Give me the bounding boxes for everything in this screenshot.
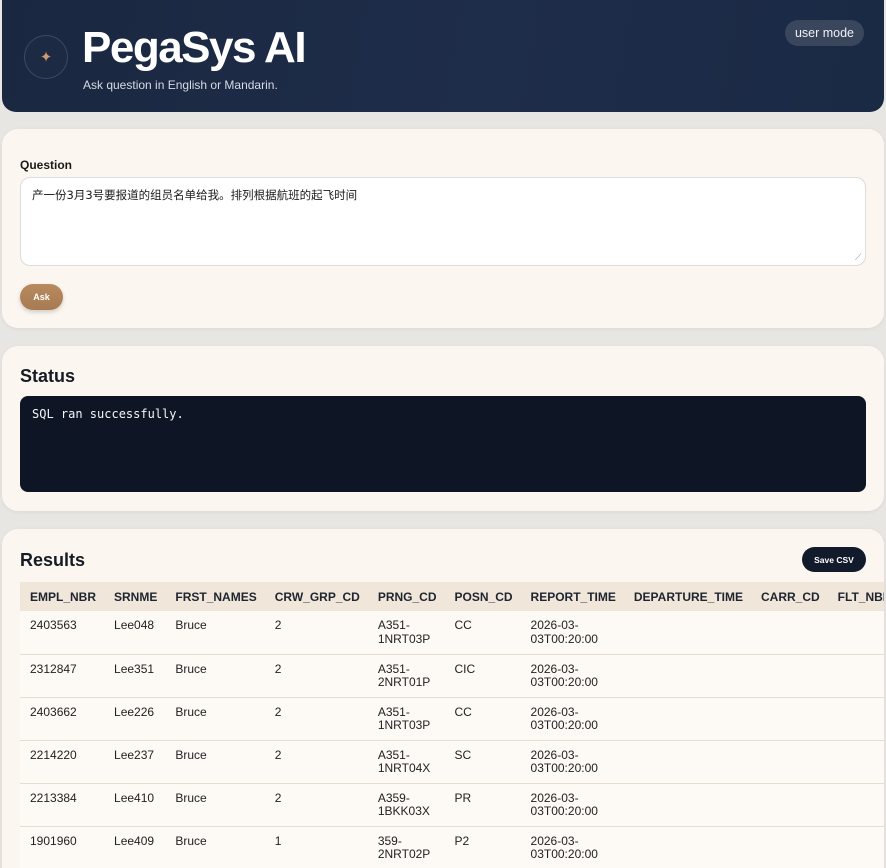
column-header-report-time[interactable]: REPORT_TIME — [520, 582, 624, 611]
table-cell — [623, 826, 751, 868]
column-header-departure-time[interactable]: DEPARTURE_TIME — [623, 582, 751, 611]
table-row: 1901960 Lee409 Bruce 1 359- 2NRT02P P2 2026-03-… — [20, 826, 884, 868]
table-cell: A351- 1NRT03P — [367, 697, 445, 741]
table-cell: 1901960 — [20, 826, 105, 868]
table-cell: 2 — [264, 654, 368, 698]
table-cell — [751, 611, 828, 655]
results-title: Results — [20, 550, 86, 570]
results-table-container[interactable]: EMPL_NBR SRNME FRST_NAMES CRW_GRP_CD PRNG_CD… — [20, 582, 884, 868]
save-csv-button[interactable]: Save CSV — [802, 547, 866, 572]
column-header-carr-cd[interactable]: CARR_CD — [751, 582, 828, 611]
table-cell: Lee048 — [104, 611, 166, 655]
table-cell: 2026-03- 03T00:20:00 — [520, 697, 624, 741]
table-cell: Bruce — [165, 826, 265, 868]
app-title: PegaSys AI — [82, 23, 307, 72]
table-cell — [827, 740, 884, 784]
table-cell: SC — [444, 740, 521, 784]
table-cell — [623, 783, 751, 827]
table-cell: A351- 1NRT03P — [367, 611, 445, 655]
table-cell — [827, 654, 884, 698]
table-cell: 2 — [264, 697, 368, 741]
table-cell — [623, 697, 751, 741]
table-cell: Bruce — [165, 611, 265, 655]
table-cell: 359- 2NRT02P — [367, 826, 445, 868]
table-cell — [827, 611, 884, 655]
table-cell: Bruce — [165, 654, 265, 698]
table-cell: 2026-03- 03T00:20:00 — [520, 654, 624, 698]
table-cell — [623, 611, 751, 655]
question-card: Question ⟋ Ask — [2, 129, 884, 328]
ask-button[interactable]: Ask — [20, 284, 63, 310]
column-header-crw-grp-cd[interactable]: CRW_GRP_CD — [264, 582, 368, 611]
column-header-frst-names[interactable]: FRST_NAMES — [165, 582, 265, 611]
table-cell: Lee409 — [104, 826, 166, 868]
column-header-prng-cd[interactable]: PRNG_CD — [367, 582, 445, 611]
table-row: 2213384 Lee410 Bruce 2 A359- 1BKK03X PR 2026-03… — [20, 783, 884, 827]
table-cell: 2213384 — [20, 783, 105, 827]
table-cell: 2312847 — [20, 654, 105, 698]
table-header-row: EMPL_NBR SRNME FRST_NAMES CRW_GRP_CD PRNG_CD… — [20, 582, 884, 611]
table-cell: 2026-03- 03T00:20:00 — [520, 783, 624, 827]
table-row: 2312847 Lee351 Bruce 2 A351- 2NRT01P CIC 2026-0… — [20, 654, 884, 698]
table-cell: Bruce — [165, 697, 265, 741]
sparkle-icon: ✦ — [24, 35, 68, 79]
table-cell — [751, 826, 828, 868]
user-mode-toggle[interactable]: user mode — [784, 20, 864, 46]
results-card: Results Save CSV EMPL_NBR SRNME FRST_NAMES… — [2, 529, 884, 868]
table-cell — [623, 740, 751, 784]
table-cell: Lee226 — [104, 697, 166, 741]
table-cell: 1 — [264, 826, 368, 868]
column-header-posn-cd[interactable]: POSN_CD — [444, 582, 521, 611]
table-cell — [827, 826, 884, 868]
table-cell: CIC — [444, 654, 521, 698]
table-cell — [623, 654, 751, 698]
table-cell: Lee237 — [104, 740, 166, 784]
app-header: ✦ PegaSys AI Ask question in English or … — [2, 0, 884, 112]
table-cell: 2214220 — [20, 740, 105, 784]
status-output: SQL ran successfully. — [20, 396, 866, 492]
table-cell: Lee410 — [104, 783, 166, 827]
table-cell — [751, 654, 828, 698]
table-cell: P2 — [444, 826, 521, 868]
table-cell — [751, 740, 828, 784]
status-card: Status SQL ran successfully. — [2, 346, 884, 511]
table-cell: 2403563 — [20, 611, 105, 655]
table-cell: 2026-03- 03T00:20:00 — [520, 740, 624, 784]
table-row: 2403563 Lee048 Bruce 2 A351- 1NRT03P CC 2026-03… — [20, 611, 884, 655]
question-input[interactable] — [20, 177, 866, 266]
table-cell: 2 — [264, 783, 368, 827]
table-body: 2403563 Lee048 Bruce 2 A351- 1NRT03P CC 2026-03… — [20, 611, 884, 868]
results-table: EMPL_NBR SRNME FRST_NAMES CRW_GRP_CD PRNG_CD… — [20, 582, 884, 868]
table-cell: A359- 1BKK03X — [367, 783, 445, 827]
table-cell — [827, 783, 884, 827]
resize-handle-icon[interactable]: ⟋ — [855, 253, 863, 262]
table-cell: A351- 2NRT01P — [367, 654, 445, 698]
column-header-empl-nbr[interactable]: EMPL_NBR — [20, 582, 105, 611]
table-row: 2403662 Lee226 Bruce 2 A351- 1NRT03P CC 2026-03… — [20, 697, 884, 741]
table-cell: CC — [444, 697, 521, 741]
table-cell: 2 — [264, 740, 368, 784]
table-cell: A351- 1NRT04X — [367, 740, 445, 784]
column-header-srnme[interactable]: SRNME — [104, 582, 166, 611]
table-cell: 2026-03- 03T00:20:00 — [520, 826, 624, 868]
table-cell: Lee351 — [104, 654, 166, 698]
table-cell — [751, 783, 828, 827]
status-title: Status — [20, 366, 76, 386]
table-cell — [827, 697, 884, 741]
app-subtitle: Ask question in English or Mandarin. — [83, 78, 278, 92]
table-cell: 2026-03- 03T00:20:00 — [520, 611, 624, 655]
table-cell — [751, 697, 828, 741]
table-cell: Bruce — [165, 783, 265, 827]
table-cell: 2 — [264, 611, 368, 655]
table-cell: CC — [444, 611, 521, 655]
table-cell: Bruce — [165, 740, 265, 784]
table-cell: 2403662 — [20, 697, 105, 741]
column-header-flt-nbr[interactable]: FLT_NBR — [827, 582, 884, 611]
table-row: 2214220 Lee237 Bruce 2 A351- 1NRT04X SC 2026-03… — [20, 740, 884, 784]
table-cell: PR — [444, 783, 521, 827]
question-label: Question — [20, 158, 73, 172]
